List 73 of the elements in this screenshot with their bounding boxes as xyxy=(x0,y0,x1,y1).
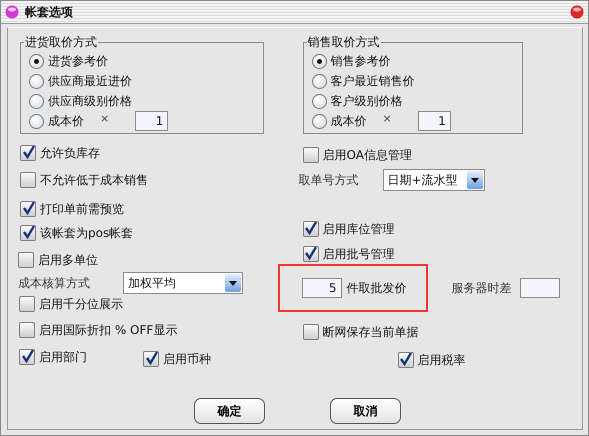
radio-label: 成本价 xyxy=(330,112,366,130)
radio-button[interactable] xyxy=(312,74,326,88)
group-title: 进货取价方式 xyxy=(24,34,98,51)
radio-label: 供应商级别价格 xyxy=(48,92,132,110)
checkbox-label: 启用批号管理 xyxy=(322,246,394,262)
checkbox-label: 启用千分位展示 xyxy=(39,296,123,312)
checkbox-label: 启用国际折扣 % OFF显示 xyxy=(39,322,178,338)
window-title: 帐套选项 xyxy=(25,4,74,20)
dropdown[interactable]: 加权平均 xyxy=(123,272,243,294)
checkbox[interactable] xyxy=(302,147,318,163)
check-icon xyxy=(22,202,34,215)
checkbox[interactable] xyxy=(398,352,414,368)
radio-button[interactable] xyxy=(29,54,44,68)
field-label: 服务器时差 xyxy=(452,280,512,296)
radio-label: 供应商最近进价 xyxy=(48,72,132,90)
checkbox[interactable] xyxy=(19,349,35,365)
checkbox[interactable] xyxy=(302,246,318,262)
checkbox-label: 启用多单位 xyxy=(38,252,98,268)
check-icon xyxy=(22,226,34,239)
orb-icon xyxy=(5,5,19,19)
radio-button[interactable] xyxy=(312,94,326,108)
checkbox-label: 断网保存当前单据 xyxy=(322,324,418,340)
radio-label: 客户最近销售价 xyxy=(330,72,414,90)
checkbox-label: 不允许低于成本销售 xyxy=(40,172,148,188)
multiplier-field[interactable]: 1 xyxy=(418,111,451,131)
radio-button[interactable] xyxy=(29,114,44,128)
check-icon xyxy=(20,350,34,363)
checkbox-label: 该帐套为pos帐套 xyxy=(40,224,134,242)
checkbox-label: 启用部门 xyxy=(39,348,87,366)
server-time-field[interactable] xyxy=(520,278,560,298)
check-icon xyxy=(144,352,158,365)
quantity-field[interactable]: 5 xyxy=(302,278,342,298)
cancel-button[interactable]: 取消 xyxy=(330,398,401,424)
close-icon[interactable] xyxy=(570,5,584,19)
caret-icon xyxy=(466,171,482,189)
checkbox[interactable] xyxy=(19,322,35,338)
checkbox[interactable] xyxy=(20,201,36,217)
checkbox[interactable] xyxy=(19,296,35,312)
check-icon xyxy=(399,353,412,366)
check-icon xyxy=(22,146,34,159)
check-icon xyxy=(304,247,317,260)
check-icon xyxy=(304,222,317,235)
field-label: 取单号方式 xyxy=(298,172,360,188)
radio-label: 成本价 xyxy=(48,112,84,130)
checkbox-label: 启用库位管理 xyxy=(322,220,394,238)
multiply-sign: × xyxy=(382,112,392,124)
checkbox[interactable] xyxy=(18,252,34,268)
checkbox-label: 打印单前需预览 xyxy=(40,200,124,218)
checkbox-label: 启用税率 xyxy=(418,352,466,368)
dropdown[interactable]: 日期+流水型 xyxy=(382,169,484,191)
checkbox[interactable] xyxy=(302,324,318,340)
radio-button[interactable] xyxy=(29,74,44,88)
checkbox[interactable] xyxy=(143,351,159,367)
radio-label: 销售参考价 xyxy=(330,52,390,70)
checkbox[interactable] xyxy=(20,172,36,188)
checkbox[interactable] xyxy=(20,225,36,241)
field-label: 成本核算方式 xyxy=(18,274,91,292)
radio-label: 进货参考价 xyxy=(48,52,108,70)
radio-button[interactable] xyxy=(29,94,44,108)
checkbox-label: 启用OA信息管理 xyxy=(322,146,412,164)
multiply-sign: × xyxy=(100,112,110,124)
multiplier-field[interactable]: 1 xyxy=(135,111,168,131)
radio-label: 客户级别价格 xyxy=(330,92,402,110)
caret-icon xyxy=(225,274,241,292)
radio-button[interactable] xyxy=(312,54,326,68)
checkbox-label: 启用币种 xyxy=(163,350,211,368)
checkbox[interactable] xyxy=(302,221,318,237)
ok-button[interactable]: 确定 xyxy=(194,398,265,424)
checkbox[interactable] xyxy=(20,145,36,161)
group-title: 销售取价方式 xyxy=(306,34,380,51)
field-label: 件取批发价 xyxy=(346,280,406,296)
checkbox-label: 允许负库存 xyxy=(40,144,100,162)
radio-button[interactable] xyxy=(312,114,326,128)
